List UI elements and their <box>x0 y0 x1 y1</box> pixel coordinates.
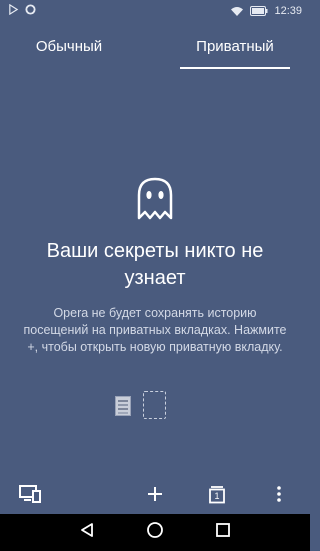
tab-switcher: Обычный Приватный <box>0 22 310 70</box>
private-title: Ваши секреты никто не узнает <box>46 240 264 289</box>
wifi-icon <box>230 6 244 17</box>
status-bar: 12:39 <box>0 0 310 22</box>
devices-button[interactable] <box>12 478 48 514</box>
tab-thumbnail <box>115 396 131 416</box>
battery-icon <box>250 6 268 16</box>
private-description: Opera не будет сохранять историю посещен… <box>23 306 287 354</box>
private-tabs-screen: 12:39 Обычный Приватный Ваши секреты ник… <box>0 0 310 551</box>
home-circle-icon <box>146 521 164 544</box>
status-time: 12:39 <box>274 5 302 17</box>
more-vertical-icon <box>276 485 282 507</box>
back-triangle-icon <box>80 522 94 543</box>
tab-private[interactable]: Приватный <box>180 22 290 70</box>
tab-normal[interactable]: Обычный <box>14 22 124 70</box>
bottom-toolbar: 1 <box>0 478 310 514</box>
status-bar-left <box>8 3 36 18</box>
devices-icon <box>19 484 41 508</box>
recents-button[interactable] <box>203 514 243 551</box>
menu-button[interactable] <box>261 478 297 514</box>
status-bar-right: 12:39 <box>230 5 302 17</box>
play-store-icon <box>8 3 19 18</box>
home-button[interactable] <box>135 514 175 551</box>
tabs-button[interactable]: 1 <box>199 478 235 514</box>
plus-icon <box>148 486 162 506</box>
recents-square-icon <box>216 523 230 542</box>
add-tab-button[interactable] <box>137 478 173 514</box>
ghost-icon <box>135 176 175 222</box>
new-tab-placeholder <box>143 391 166 419</box>
selected-tab-indicator <box>180 67 290 69</box>
tab-count: 1 <box>214 491 220 501</box>
android-nav-bar <box>0 514 310 551</box>
back-button[interactable] <box>67 514 107 551</box>
opera-icon <box>25 4 36 18</box>
